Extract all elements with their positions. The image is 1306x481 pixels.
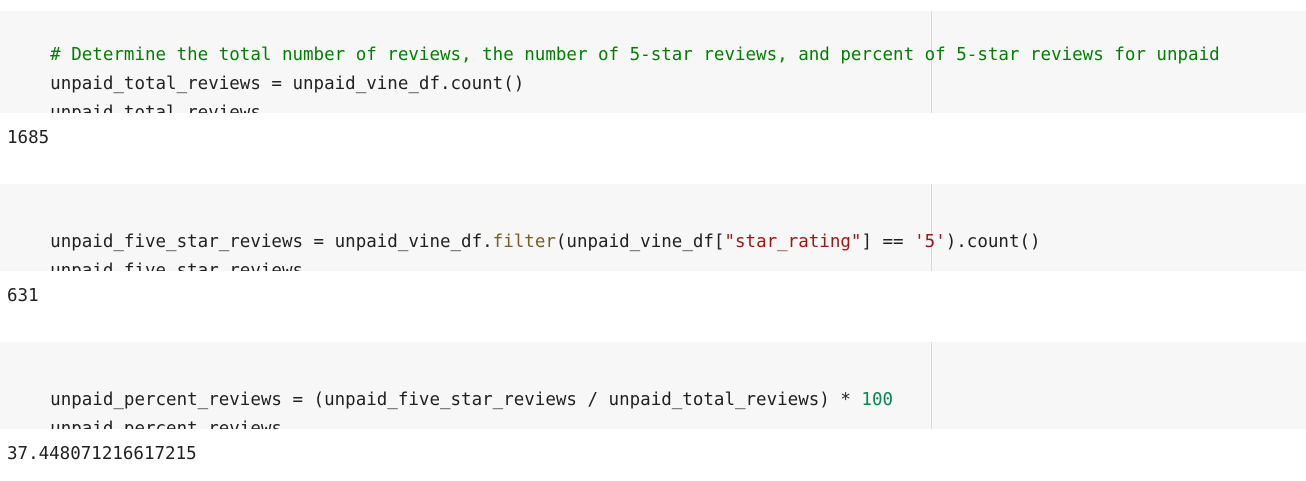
- code-line: unpaid_percent_reviews = (unpaid_five_st…: [8, 357, 893, 410]
- code-token: unpaid_total_reviews: [50, 103, 261, 113]
- code-token: ] ==: [861, 232, 915, 252]
- code-token: unpaid_five_star_reviews: [50, 261, 304, 271]
- code-token-string: "star_rating": [724, 232, 862, 252]
- code-token-string: '5': [914, 232, 946, 252]
- code-token-number: 100: [861, 390, 894, 410]
- code-line: # Determine the total number of reviews,…: [8, 12, 1219, 65]
- cell-output-3: 37.448071216617215: [7, 444, 197, 464]
- cell-output-2: 631: [7, 286, 39, 306]
- code-cell-2[interactable]: unpaid_five_star_reviews = unpaid_vine_d…: [0, 184, 1306, 271]
- code-line: unpaid_total_reviews: [8, 70, 261, 113]
- code-line: unpaid_percent_reviews: [8, 386, 282, 429]
- cell-output-1: 1685: [7, 128, 50, 148]
- code-cell-3[interactable]: unpaid_percent_reviews = (unpaid_five_st…: [0, 342, 1306, 429]
- code-token-function: filter: [492, 232, 556, 252]
- line-length-ruler: [931, 342, 932, 429]
- code-line: unpaid_five_star_reviews: [8, 228, 303, 271]
- code-token: (unpaid_vine_df[: [555, 232, 725, 252]
- code-line: unpaid_five_star_reviews = unpaid_vine_d…: [8, 199, 1040, 252]
- code-token: ).count(): [945, 232, 1041, 252]
- code-line: unpaid_total_reviews = unpaid_vine_df.co…: [8, 41, 524, 94]
- code-cell-1[interactable]: # Determine the total number of reviews,…: [0, 11, 1306, 113]
- code-token: unpaid_percent_reviews: [50, 419, 282, 429]
